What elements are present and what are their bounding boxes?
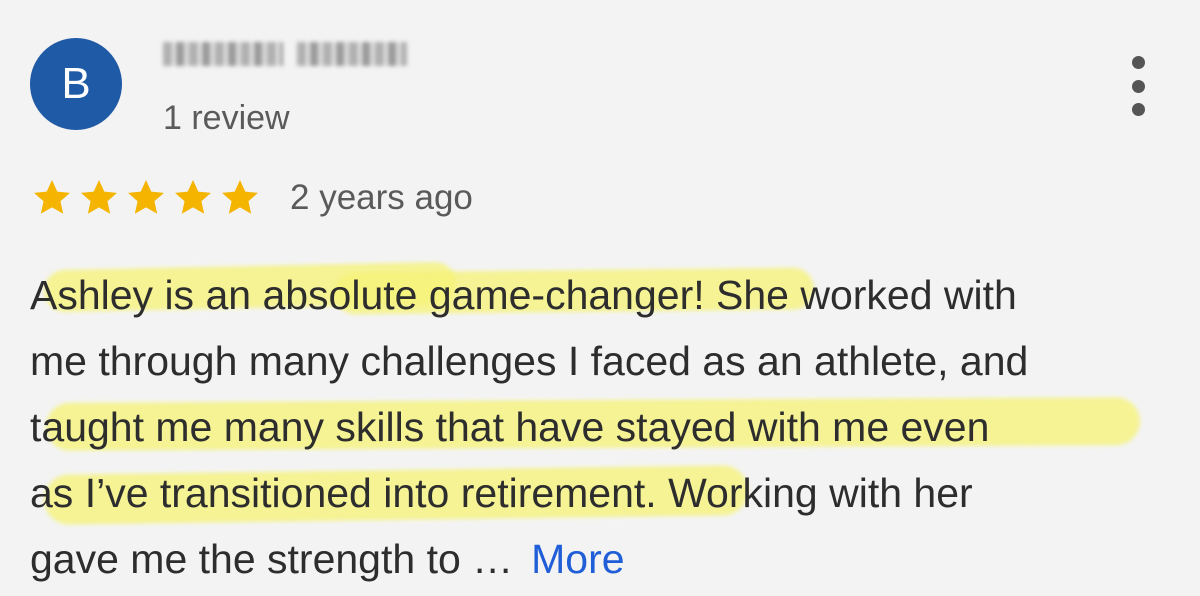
reviewer-name-redacted[interactable] <box>163 36 423 72</box>
star-icon <box>222 180 258 214</box>
review-text-line-last: gave me the strength to … More <box>30 526 1180 592</box>
more-vert-icon <box>1131 103 1145 116</box>
avatar-initial: B <box>61 59 91 108</box>
review-card: B 1 review 2 years ago Ashley is an abso… <box>0 0 1200 596</box>
rating-row: 2 years ago <box>30 173 473 223</box>
review-text-line: as I’ve transitioned into retirement. Wo… <box>30 470 973 516</box>
review-count: 1 review <box>163 99 290 137</box>
star-rating <box>30 176 262 220</box>
avatar[interactable]: B <box>30 38 122 130</box>
redacted-block <box>163 42 283 66</box>
star-icon <box>34 180 70 214</box>
review-text-line: Ashley is an absolute game-changer! She … <box>30 272 1017 318</box>
more-options-button[interactable] <box>1118 56 1158 116</box>
more-vert-icon <box>1131 79 1145 93</box>
more-link[interactable]: More <box>531 536 624 582</box>
star-icon <box>81 180 117 214</box>
review-time: 2 years ago <box>290 178 473 217</box>
review-text-truncated: gave me the strength to … <box>30 536 514 582</box>
review-text-line: taught me many skills that have stayed w… <box>30 404 990 450</box>
star-icon <box>128 180 164 214</box>
review-text-line: me through many challenges I faced as an… <box>30 338 1029 384</box>
redacted-block <box>297 42 407 66</box>
review-text: Ashley is an absolute game-changer! She … <box>30 262 1180 592</box>
star-icon <box>175 180 211 214</box>
more-vert-icon <box>1131 56 1145 69</box>
